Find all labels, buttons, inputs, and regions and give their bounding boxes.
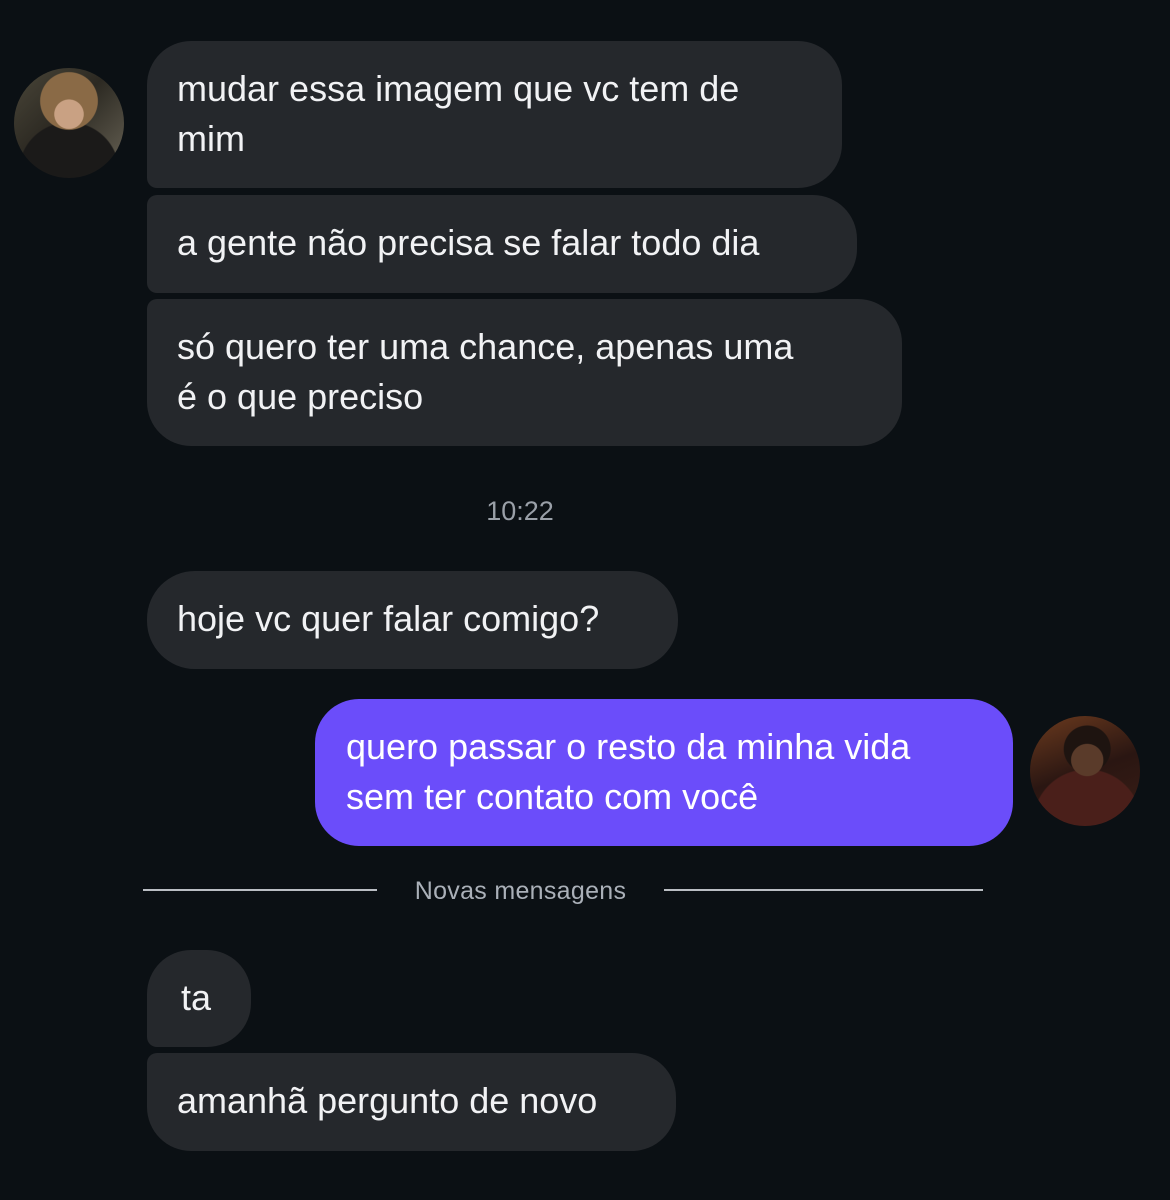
message-timestamp: 10:22 bbox=[486, 496, 554, 526]
divider-line bbox=[143, 889, 377, 891]
incoming-message[interactable]: a gente não precisa se falar todo dia bbox=[147, 195, 857, 293]
message-text-line: só quero ter uma chance, apenas uma bbox=[177, 326, 794, 367]
message-text-line: mim bbox=[177, 118, 245, 159]
message-text-line: quero passar o resto da minha vida bbox=[346, 726, 911, 767]
new-messages-divider: Novas mensagens bbox=[143, 875, 983, 907]
message-text-line: hoje vc quer falar comigo? bbox=[177, 598, 600, 639]
incoming-message[interactable]: hoje vc quer falar comigo? bbox=[147, 571, 678, 669]
message-text-line: a gente não precisa se falar todo dia bbox=[177, 222, 760, 263]
divider-line bbox=[664, 889, 983, 891]
message-text-line: mudar essa imagem que vc tem de bbox=[177, 68, 740, 109]
incoming-message[interactable]: amanhã pergunto de novo bbox=[147, 1053, 676, 1151]
new-messages-label: Novas mensagens bbox=[414, 877, 627, 905]
incoming-message[interactable]: mudar essa imagem que vc tem de mim bbox=[147, 41, 842, 188]
incoming-message[interactable]: só quero ter uma chance, apenas uma é o … bbox=[147, 299, 902, 446]
message-text-line: é o que preciso bbox=[177, 376, 424, 417]
message-text-line: ta bbox=[181, 977, 212, 1018]
user-avatar[interactable] bbox=[1030, 716, 1140, 826]
message-text-line: amanhã pergunto de novo bbox=[177, 1080, 598, 1121]
outgoing-message[interactable]: quero passar o resto da minha vida sem t… bbox=[315, 699, 1013, 846]
incoming-message[interactable]: ta bbox=[147, 950, 251, 1047]
message-text-line: sem ter contato com você bbox=[346, 776, 759, 817]
contact-avatar[interactable] bbox=[14, 68, 124, 178]
